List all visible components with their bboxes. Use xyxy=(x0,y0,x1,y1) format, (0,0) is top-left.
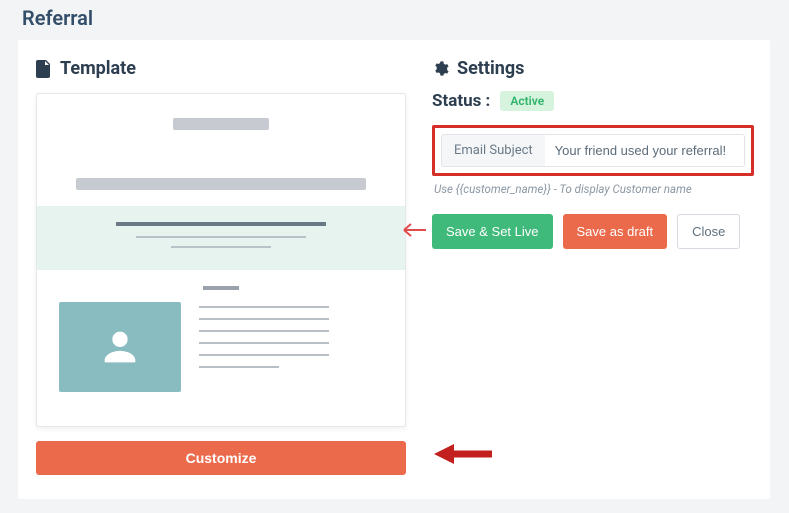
preview-placeholder xyxy=(173,118,269,130)
settings-buttons: Save & Set Live Save as draft Close xyxy=(432,214,752,249)
settings-column: Settings Status : Active Email Subject U… xyxy=(432,58,752,475)
email-subject-input[interactable] xyxy=(545,134,745,167)
file-icon xyxy=(36,60,52,78)
page-title: Referral xyxy=(0,0,789,40)
template-heading-text: Template xyxy=(60,58,136,79)
email-subject-row: Email Subject xyxy=(432,125,754,176)
close-button[interactable]: Close xyxy=(677,214,740,249)
status-badge: Active xyxy=(500,91,554,111)
status-label: Status : xyxy=(432,91,490,111)
template-heading: Template xyxy=(36,58,406,79)
preview-placeholder xyxy=(203,286,239,290)
settings-heading-text: Settings xyxy=(457,58,524,79)
email-preview xyxy=(36,93,406,427)
status-row: Status : Active xyxy=(432,91,752,111)
save-set-live-button[interactable]: Save & Set Live xyxy=(432,214,553,249)
settings-heading: Settings xyxy=(432,58,752,79)
gear-icon xyxy=(432,60,449,77)
preview-hero xyxy=(37,206,405,270)
preview-placeholder xyxy=(76,178,366,190)
referral-card: Template xyxy=(18,40,770,499)
save-draft-button[interactable]: Save as draft xyxy=(563,214,668,249)
email-subject-hint: Use {{customer_name}} - To display Custo… xyxy=(434,182,752,196)
preview-text-lines xyxy=(199,302,383,378)
customize-button[interactable]: Customize xyxy=(36,441,406,475)
email-subject-label: Email Subject xyxy=(441,134,545,167)
template-column: Template xyxy=(36,58,406,475)
avatar-placeholder xyxy=(59,302,181,392)
